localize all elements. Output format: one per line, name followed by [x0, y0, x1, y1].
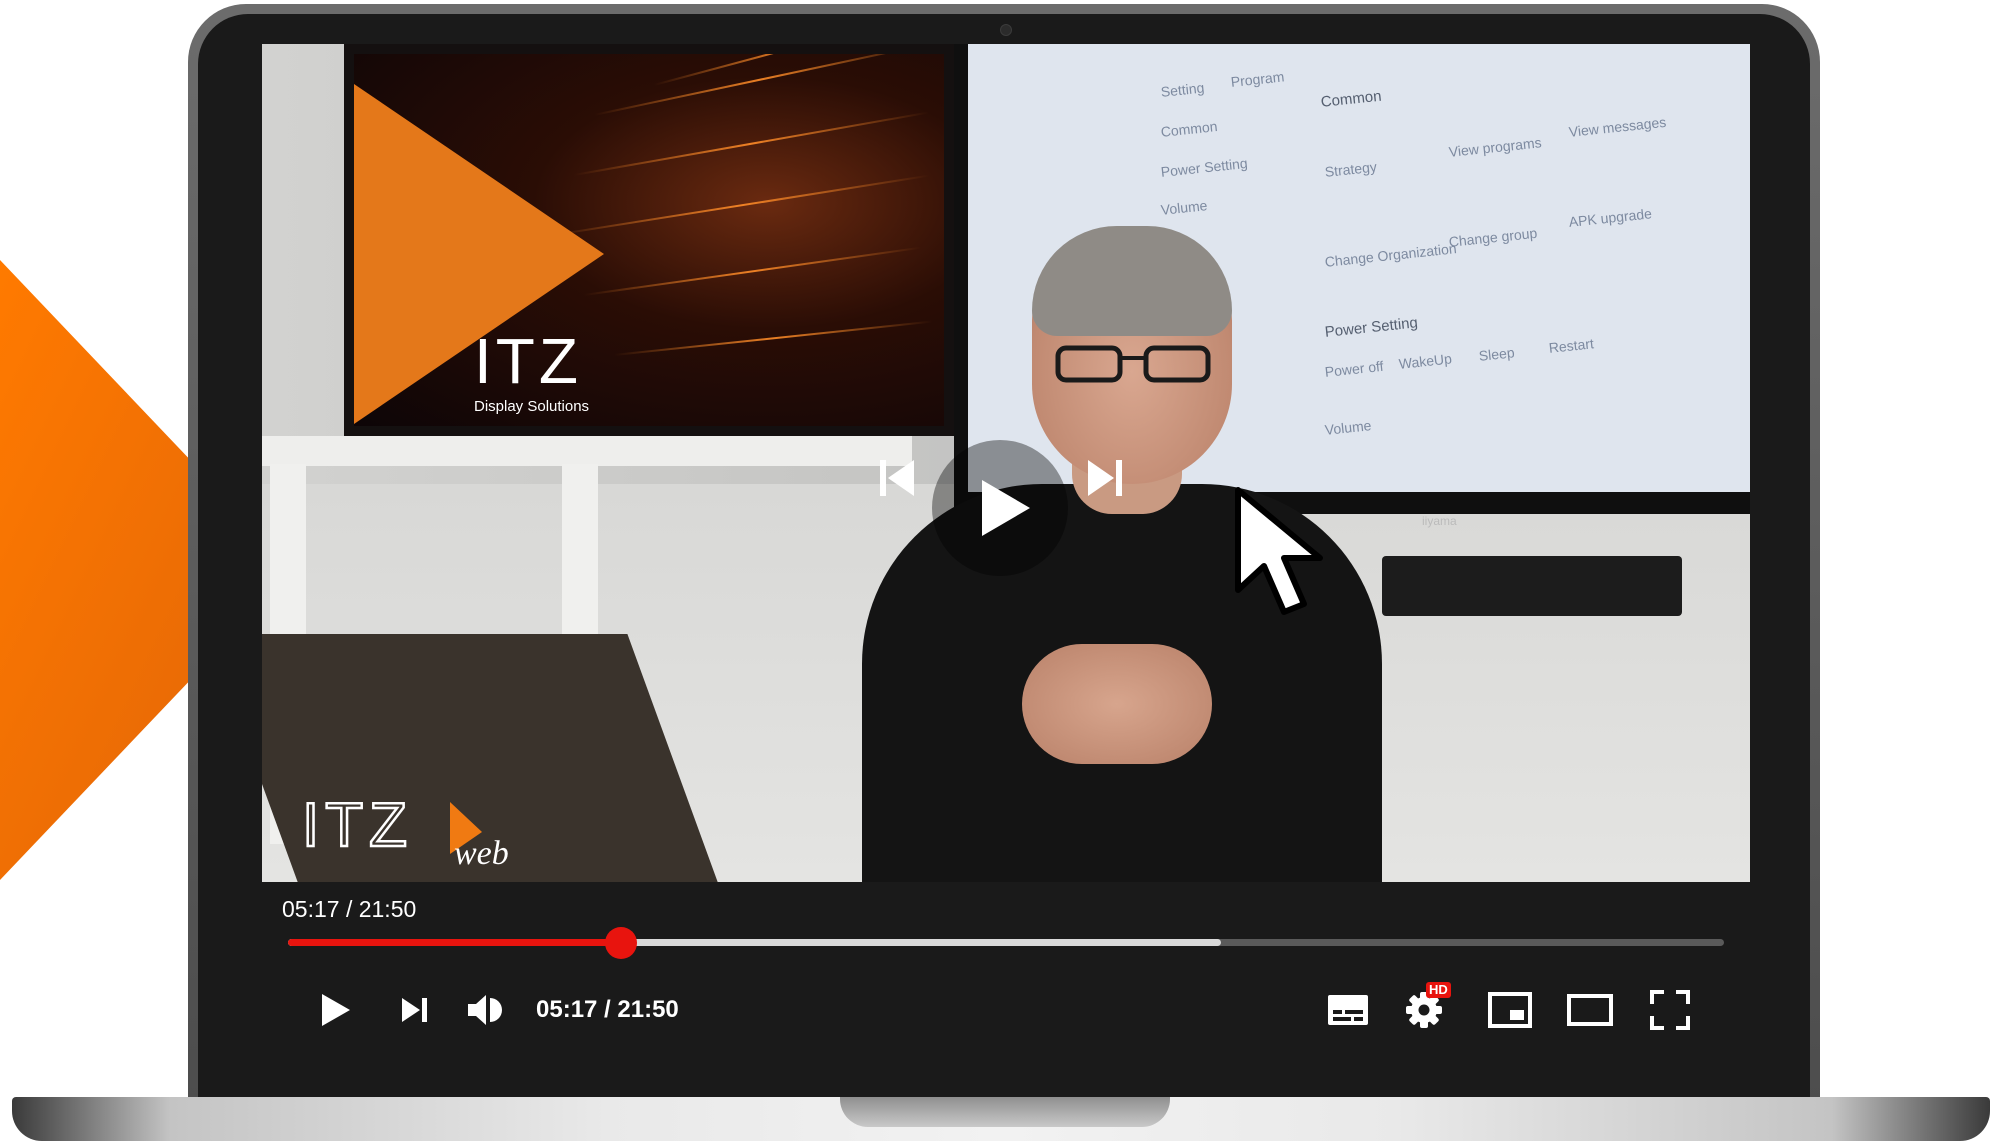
miniplayer-button[interactable] [1486, 986, 1534, 1034]
play-icon [322, 994, 350, 1026]
subtitles-button[interactable] [1324, 986, 1372, 1034]
overlay-previous-button[interactable] [868, 448, 928, 508]
display-screen-left: ITZ Display Solutions [344, 44, 954, 436]
volume-button[interactable] [462, 986, 510, 1034]
mouse-cursor-icon [1235, 487, 1323, 615]
overlay-play-button[interactable] [932, 440, 1068, 576]
progress-bar[interactable] [288, 927, 1724, 959]
svg-text:web: web [454, 835, 509, 872]
progress-scrubber[interactable] [605, 927, 638, 959]
display-logo-text: ITZ [474, 325, 582, 397]
next-icon [1088, 460, 1122, 496]
theater-icon [1567, 994, 1613, 1026]
play-icon [982, 480, 1030, 536]
svg-text:ITZ: ITZ [302, 791, 413, 860]
next-icon [402, 998, 427, 1022]
person-hands [1022, 644, 1212, 764]
hd-badge: HD [1426, 982, 1451, 998]
previous-icon [880, 460, 914, 496]
soundbar [1382, 556, 1682, 616]
overlay-next-button[interactable] [1074, 448, 1134, 508]
fullscreen-button[interactable] [1646, 986, 1694, 1034]
play-button[interactable] [310, 986, 358, 1034]
laptop-hinge-notch [840, 1097, 1170, 1127]
next-button[interactable] [390, 986, 438, 1034]
shelf [262, 436, 912, 466]
theater-mode-button[interactable] [1566, 986, 1614, 1034]
subtitles-icon [1328, 995, 1368, 1025]
display-logo-subtitle: Display Solutions [474, 398, 590, 415]
volume-icon [468, 995, 502, 1025]
settings-button[interactable]: HD [1400, 982, 1451, 1034]
webcam [1000, 24, 1012, 36]
time-display-top: 05:17 / 21:50 [282, 896, 417, 922]
glasses-icon [1055, 345, 1211, 383]
fullscreen-icon [1650, 990, 1690, 1030]
video-frame[interactable]: ITZ Display Solutions Setting Program Co… [262, 44, 1750, 882]
monitor-brand: iiyama [1422, 514, 1457, 528]
time-display: 05:17 / 21:50 [536, 996, 679, 1023]
itz-web-watermark: ITZ web [302, 790, 509, 872]
miniplayer-icon [1488, 992, 1532, 1028]
player-control-bar: 05:17 / 21:50 05:17 / 21:50 HD [262, 882, 1750, 1062]
progress-played [288, 939, 622, 946]
